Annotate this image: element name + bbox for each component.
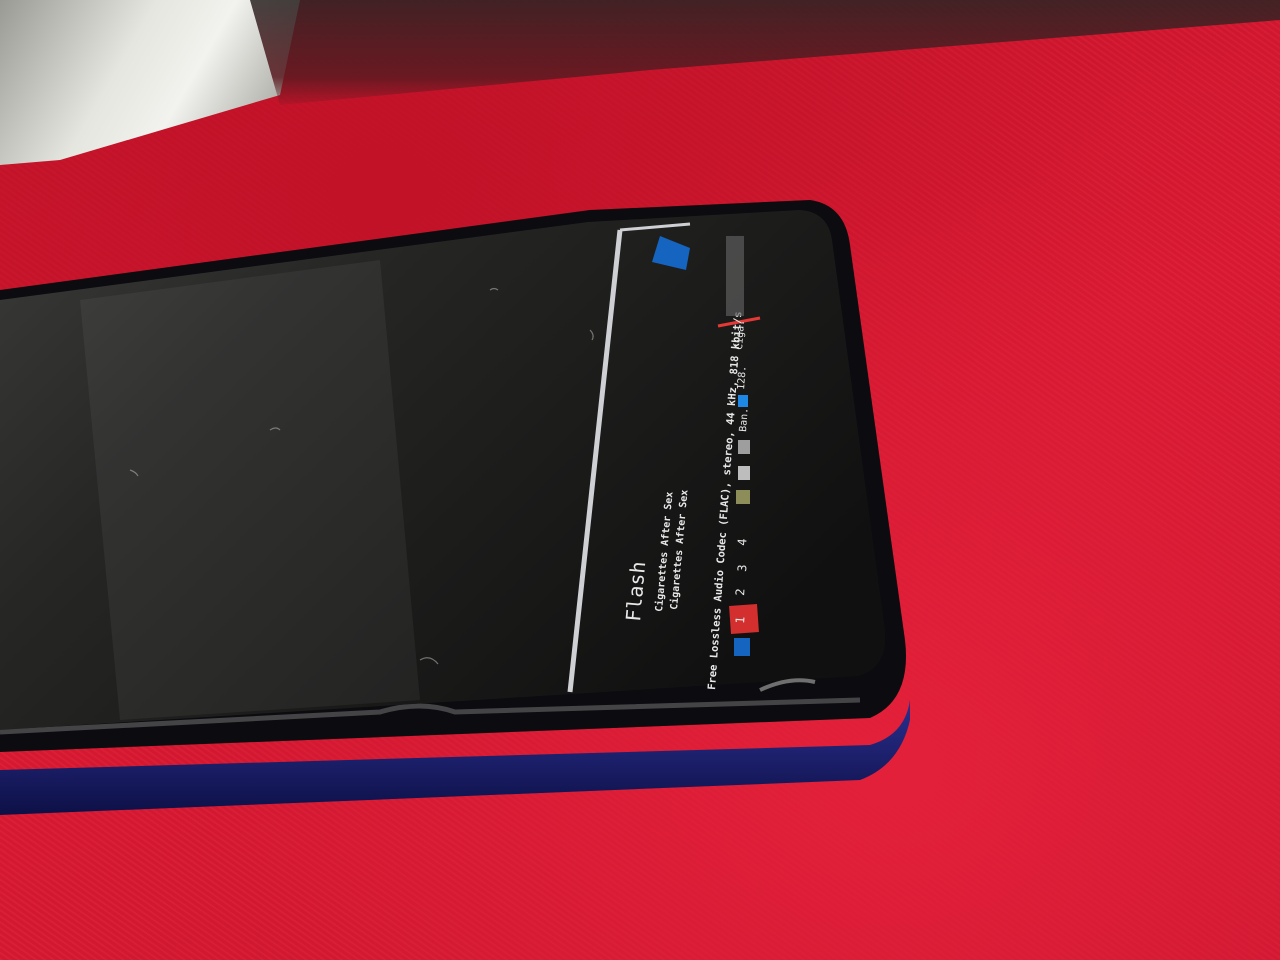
phone: Flash Cigarettes After Sex Cigarettes Af… [0,200,910,815]
arrow-icon [738,440,750,454]
folder-icon [736,490,750,504]
taskbar-item-2: 128. [736,365,749,390]
tray-icons [726,236,744,316]
doc-icon [738,395,748,407]
workspace-active-label: 1 [733,616,747,624]
workspace-4: 4 [735,538,749,546]
workspace-3: 3 [735,564,749,572]
screen-reflection [80,260,420,720]
terminal-icon [738,466,750,480]
workspace-2: 2 [733,588,747,596]
taskbar-item-1: Ban. [738,407,751,432]
taskbar-app-icon [734,638,750,656]
taskbar-item-3: Ciga. [734,319,747,350]
